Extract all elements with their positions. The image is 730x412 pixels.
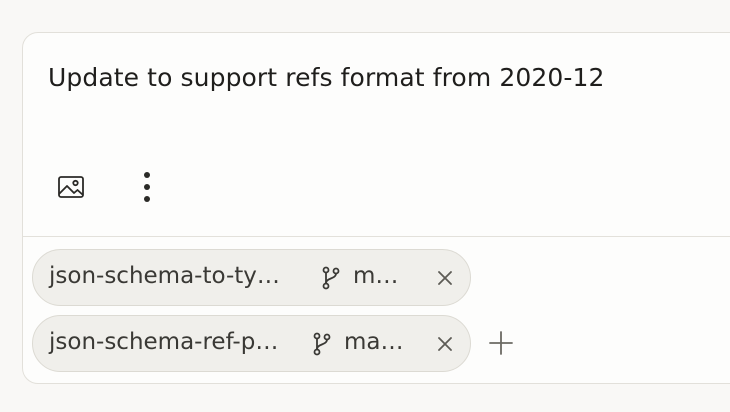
close-icon [438, 271, 452, 285]
repo-chip[interactable]: json-schema-ref-p… ma… [32, 315, 471, 372]
plus-icon [489, 331, 513, 355]
close-icon [438, 337, 452, 351]
remove-repo-button[interactable] [433, 332, 457, 356]
repo-name: json-schema-ref-p… [49, 329, 279, 355]
repo-name: json-schema-to-ty… [49, 263, 280, 289]
git-branch-icon [322, 266, 340, 290]
git-branch-icon [313, 332, 331, 356]
add-repo-button[interactable] [483, 325, 519, 361]
prompt-text[interactable]: Update to support refs format from 2020-… [48, 63, 604, 92]
composer-card: Update to support refs format from 2020-… [22, 32, 730, 384]
divider [23, 236, 730, 237]
more-options-button[interactable] [125, 165, 169, 209]
remove-repo-button[interactable] [433, 266, 457, 290]
more-vertical-icon [144, 172, 150, 202]
branch-name: ma… [344, 329, 404, 355]
attach-image-button[interactable] [49, 165, 93, 209]
branch-name: m… [353, 263, 399, 289]
repo-chip[interactable]: json-schema-to-ty… m… [32, 249, 471, 306]
image-icon [58, 176, 84, 198]
